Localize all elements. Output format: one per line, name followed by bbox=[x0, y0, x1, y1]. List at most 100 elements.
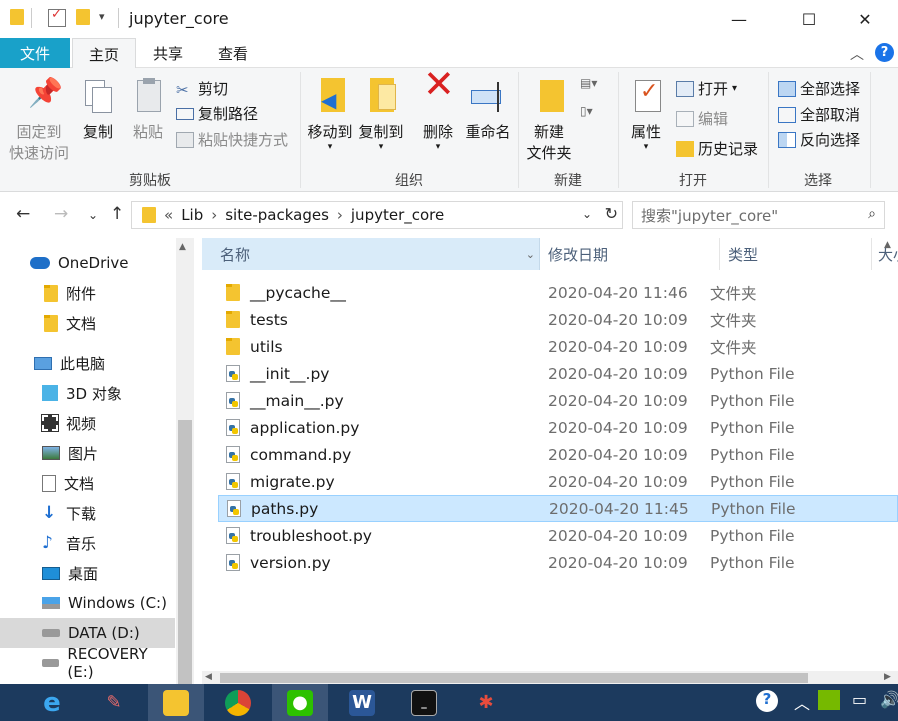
file-row[interactable]: paths.py 2020-04-20 11:45 Python File bbox=[218, 495, 898, 522]
wechat-icon[interactable]: ● bbox=[272, 684, 328, 721]
sidebar-item-3d-objects[interactable]: 3D 对象 bbox=[0, 378, 175, 408]
terminal-icon[interactable]: _ bbox=[396, 684, 452, 721]
paint-icon[interactable]: ✎ bbox=[86, 684, 142, 721]
paste-shortcut-button[interactable]: 粘贴快捷方式 bbox=[176, 129, 288, 150]
maximize-button[interactable]: ☐ bbox=[786, 0, 832, 38]
file-row[interactable]: command.py 2020-04-20 10:09 Python File bbox=[218, 441, 898, 468]
sidebar-scrollbar-thumb[interactable] bbox=[178, 420, 192, 684]
file-row[interactable]: migrate.py 2020-04-20 10:09 Python File bbox=[218, 468, 898, 495]
sidebar-item-attachments[interactable]: 附件 bbox=[0, 278, 175, 308]
close-button[interactable]: ✕ bbox=[842, 0, 888, 38]
column-header-name[interactable]: 名称 ⌄ bbox=[202, 238, 540, 270]
breadcrumb-site-packages[interactable]: site-packages bbox=[225, 206, 329, 224]
sidebar-item-drive-c[interactable]: Windows (C:) bbox=[0, 588, 175, 618]
new-item-icon[interactable]: ▤▾ bbox=[580, 76, 606, 96]
file-type: Python File bbox=[710, 364, 795, 383]
new-folder-quick-icon[interactable] bbox=[76, 9, 94, 27]
horizontal-scrollbar-thumb[interactable] bbox=[220, 673, 808, 683]
edge-icon[interactable]: e bbox=[24, 684, 80, 721]
tab-share[interactable]: 共享 bbox=[140, 38, 196, 68]
scroll-up-icon[interactable]: ▲ bbox=[179, 242, 186, 252]
invert-selection-icon bbox=[778, 131, 796, 148]
tab-home[interactable]: 主页 bbox=[72, 38, 136, 69]
volume-icon[interactable]: 🔊 bbox=[880, 690, 898, 709]
collapse-ribbon-icon[interactable]: ︿ bbox=[850, 44, 864, 64]
column-filter-icon[interactable]: ⌄ bbox=[526, 248, 535, 261]
select-all-button[interactable]: 全部选择 bbox=[778, 78, 860, 99]
sidebar-item-desktop[interactable]: 桌面 bbox=[0, 558, 175, 588]
minimize-button[interactable]: — bbox=[716, 0, 762, 38]
move-to-button[interactable]: ◀ 移动到 ▾ bbox=[305, 78, 355, 152]
delete-button[interactable]: ✕ 删除 ▾ bbox=[418, 65, 458, 152]
sidebar-item-music[interactable]: ♪ 音乐 bbox=[0, 528, 175, 558]
search-input[interactable]: 搜索"jupyter_core" ⌕ bbox=[632, 201, 885, 229]
cut-button[interactable]: ✂ 剪切 bbox=[176, 78, 228, 99]
breadcrumb-jupyter-core[interactable]: jupyter_core bbox=[351, 206, 444, 224]
battery-icon[interactable]: ▭ bbox=[852, 690, 867, 709]
file-row[interactable]: troubleshoot.py 2020-04-20 10:09 Python Fi… bbox=[218, 522, 898, 549]
address-dropdown-icon[interactable]: ⌄ bbox=[582, 207, 592, 221]
file-name: application.py bbox=[250, 418, 360, 437]
easy-access-icon[interactable]: ▯▾ bbox=[580, 104, 606, 124]
new-folder-button[interactable]: 新建 文件夹 bbox=[524, 78, 574, 164]
copy-path-button[interactable]: 复制路径 bbox=[176, 103, 258, 124]
sidebar-item-this-pc[interactable]: 此电脑 bbox=[0, 348, 175, 378]
scroll-right-icon[interactable]: ▶ bbox=[884, 672, 891, 682]
sidebar-item-documents[interactable]: 文档 bbox=[0, 468, 175, 498]
file-explorer-icon[interactable] bbox=[148, 684, 204, 721]
word-icon[interactable]: W bbox=[334, 684, 390, 721]
help-icon[interactable]: ? bbox=[875, 43, 894, 62]
file-row[interactable]: __main__.py 2020-04-20 10:09 Python File bbox=[218, 387, 898, 414]
sidebar-item-downloads[interactable]: ↓ 下载 bbox=[0, 498, 175, 528]
sidebar-item-onedrive[interactable]: OneDrive bbox=[0, 248, 175, 278]
file-row[interactable]: application.py 2020-04-20 10:09 Python Fil… bbox=[218, 414, 898, 441]
pin-icon: 📌 bbox=[28, 76, 63, 109]
properties-quick-icon[interactable]: ✓ bbox=[48, 7, 66, 27]
address-bar[interactable]: « Lib › site-packages › jupyter_core ⌄ ↻ bbox=[131, 201, 623, 229]
rename-button[interactable]: 重命名 bbox=[462, 78, 514, 143]
scroll-up-icon[interactable]: ▲ bbox=[884, 240, 891, 250]
file-name: __init__.py bbox=[250, 364, 330, 383]
sidebar-item-onedrive-documents[interactable]: 文档 bbox=[0, 308, 175, 338]
recent-locations-icon[interactable]: ⌄ bbox=[88, 208, 98, 222]
forward-arrow-icon[interactable]: → bbox=[54, 204, 68, 224]
column-header-date[interactable]: 修改日期 bbox=[540, 238, 720, 270]
file-row[interactable]: version.py 2020-04-20 10:09 Python File bbox=[218, 549, 898, 576]
select-none-button[interactable]: 全部取消 bbox=[778, 104, 860, 125]
sidebar-item-drive-e[interactable]: RECOVERY (E:) bbox=[0, 645, 175, 681]
help-tray-icon[interactable]: ? bbox=[756, 690, 778, 712]
refresh-icon[interactable]: ↻ bbox=[605, 204, 618, 223]
file-row[interactable]: __init__.py 2020-04-20 10:09 Python File bbox=[218, 360, 898, 387]
properties-button[interactable]: ✓ 属性 ▾ bbox=[624, 78, 668, 152]
breadcrumb-overflow[interactable]: « bbox=[164, 206, 173, 224]
chrome-icon[interactable] bbox=[210, 684, 266, 721]
breadcrumb-lib[interactable]: Lib bbox=[181, 206, 203, 224]
paste-button[interactable]: 粘贴 bbox=[126, 78, 170, 143]
file-explorer-window: ✓ ▾ jupyter_core — ☐ ✕ 文件 主页 共享 查看 ︿ ? 📌… bbox=[0, 0, 898, 721]
file-row[interactable]: utils 2020-04-20 10:09 文件夹 bbox=[218, 333, 898, 360]
history-button[interactable]: 历史记录 bbox=[676, 138, 758, 159]
column-header-type[interactable]: 类型 bbox=[720, 238, 872, 270]
copy-to-button[interactable]: 复制到 ▾ bbox=[356, 78, 406, 152]
chevron-up-icon[interactable]: ︿ bbox=[794, 690, 810, 714]
sidebar-item-pictures[interactable]: 图片 bbox=[0, 438, 175, 468]
sidebar-item-drive-d[interactable]: DATA (D:) bbox=[0, 618, 175, 648]
scroll-left-icon[interactable]: ◀ bbox=[205, 672, 212, 682]
tab-file[interactable]: 文件 bbox=[0, 38, 70, 68]
open-button[interactable]: 打开 ▾ bbox=[676, 78, 737, 99]
edit-button[interactable]: 编辑 bbox=[676, 108, 728, 129]
sidebar-item-videos[interactable]: 视频 bbox=[0, 408, 175, 438]
network-icon[interactable]: ✱ bbox=[458, 684, 514, 721]
file-row[interactable]: __pycache__ 2020-04-20 11:46 文件夹 bbox=[218, 279, 898, 306]
nvidia-icon[interactable] bbox=[818, 690, 840, 710]
file-name: version.py bbox=[250, 553, 331, 572]
invert-selection-button[interactable]: 反向选择 bbox=[778, 129, 860, 150]
customize-quick-access-icon[interactable]: ▾ bbox=[99, 10, 105, 23]
tab-view[interactable]: 查看 bbox=[204, 38, 262, 68]
file-row[interactable]: tests 2020-04-20 10:09 文件夹 bbox=[218, 306, 898, 333]
up-arrow-icon[interactable]: ↑ bbox=[110, 204, 124, 224]
pin-to-quick-access-button[interactable]: 📌 固定到 快速访问 bbox=[6, 78, 72, 164]
back-arrow-icon[interactable]: ← bbox=[16, 204, 30, 224]
copy-button[interactable]: 复制 bbox=[76, 78, 120, 143]
file-date: 2020-04-20 11:45 bbox=[549, 499, 689, 518]
